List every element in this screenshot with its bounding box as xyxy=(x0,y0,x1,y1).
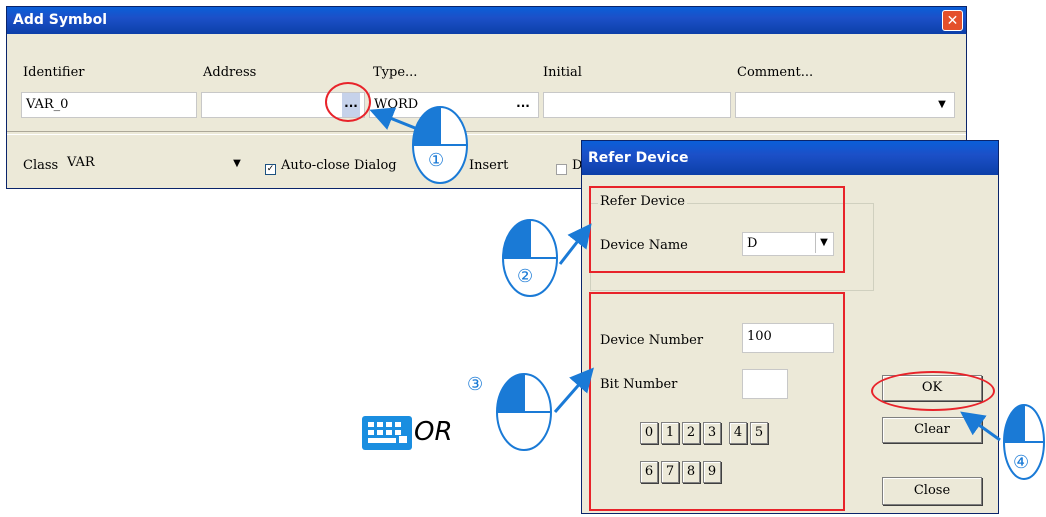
arrow-step4 xyxy=(960,411,1001,442)
or-text: OR xyxy=(414,417,453,447)
step-4-marker: ④ xyxy=(1013,452,1030,473)
step-1-marker: ① xyxy=(428,150,445,171)
arrow-step1 xyxy=(369,107,421,132)
mouse-icon xyxy=(496,373,552,451)
keyboard-icon xyxy=(362,416,412,450)
arrow-step3 xyxy=(553,367,594,413)
step-2-marker: ② xyxy=(517,266,534,287)
step-3-marker: ③ xyxy=(467,374,484,395)
callout-arrows xyxy=(362,106,1045,480)
arrow-step2 xyxy=(558,223,592,265)
mouse-icon xyxy=(412,106,468,184)
